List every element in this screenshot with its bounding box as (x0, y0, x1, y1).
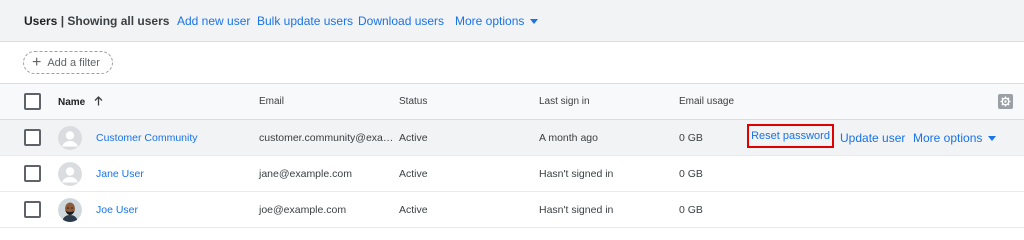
table-row[interactable] (0, 192, 1024, 228)
caret-down-icon (530, 19, 539, 25)
user-name-link[interactable]: Jane User (96, 168, 144, 180)
user-email-usage: 0 GB (679, 168, 703, 180)
more-options-label: More options (455, 14, 525, 28)
user-email: joe@example.com (259, 204, 347, 216)
column-header-status[interactable]: Status (399, 96, 427, 107)
row-checkbox[interactable] (24, 129, 41, 146)
sort-ascending-icon[interactable] (94, 96, 103, 106)
add-filter-label: Add a filter (47, 56, 100, 69)
column-name-label: Name (58, 97, 86, 108)
download-users-link[interactable]: Download users (358, 14, 444, 28)
add-new-user-link[interactable]: Add new user (177, 14, 250, 28)
row-checkbox[interactable] (24, 201, 41, 218)
select-all-checkbox[interactable] (24, 93, 41, 110)
user-status: Active (399, 168, 428, 180)
default-avatar-icon (58, 126, 82, 150)
user-last-sign-in: Hasn't signed in (539, 204, 614, 216)
table-row[interactable] (0, 156, 1024, 192)
title-subtitle: | Showing all users (60, 14, 170, 28)
plus-icon: + (32, 53, 42, 71)
user-status: Active (399, 204, 428, 216)
photo-avatar (58, 198, 82, 222)
user-name-link[interactable]: Joe User (96, 204, 138, 216)
user-email: customer.community@exa… (259, 132, 394, 144)
user-status: Active (399, 132, 428, 144)
table-header (0, 84, 1024, 120)
row-more-options-label: More options (913, 131, 983, 145)
user-email: jane@example.com (259, 168, 352, 180)
caret-down-icon (988, 136, 997, 142)
more-options-menu[interactable]: More options (455, 14, 539, 28)
column-settings-icon[interactable] (998, 94, 1013, 109)
user-last-sign-in: Hasn't signed in (539, 168, 614, 180)
page-title: Users | Showing all users (24, 14, 169, 28)
title-users: Users (24, 14, 58, 28)
column-header-email[interactable]: Email (259, 96, 284, 107)
user-email-usage: 0 GB (679, 132, 703, 144)
update-user-button[interactable]: Update user (840, 131, 905, 145)
reset-password-label: Reset password (751, 130, 830, 142)
column-header-name[interactable]: Name (58, 96, 103, 108)
column-header-email-usage[interactable]: Email usage (679, 96, 734, 107)
user-last-sign-in: A month ago (539, 132, 598, 144)
filter-bar (0, 42, 1024, 84)
default-avatar-icon (58, 162, 82, 186)
column-header-last-sign-in[interactable]: Last sign in (539, 96, 590, 107)
user-name-link[interactable]: Customer Community (96, 132, 198, 144)
user-email-usage: 0 GB (679, 204, 703, 216)
row-checkbox[interactable] (24, 165, 41, 182)
gear-icon (1000, 96, 1011, 107)
reset-password-button[interactable]: Reset password (747, 124, 834, 148)
row-more-options-menu[interactable]: More options (913, 131, 997, 145)
add-filter-chip[interactable]: + Add a filter (23, 51, 113, 74)
bulk-update-users-link[interactable]: Bulk update users (257, 14, 353, 28)
